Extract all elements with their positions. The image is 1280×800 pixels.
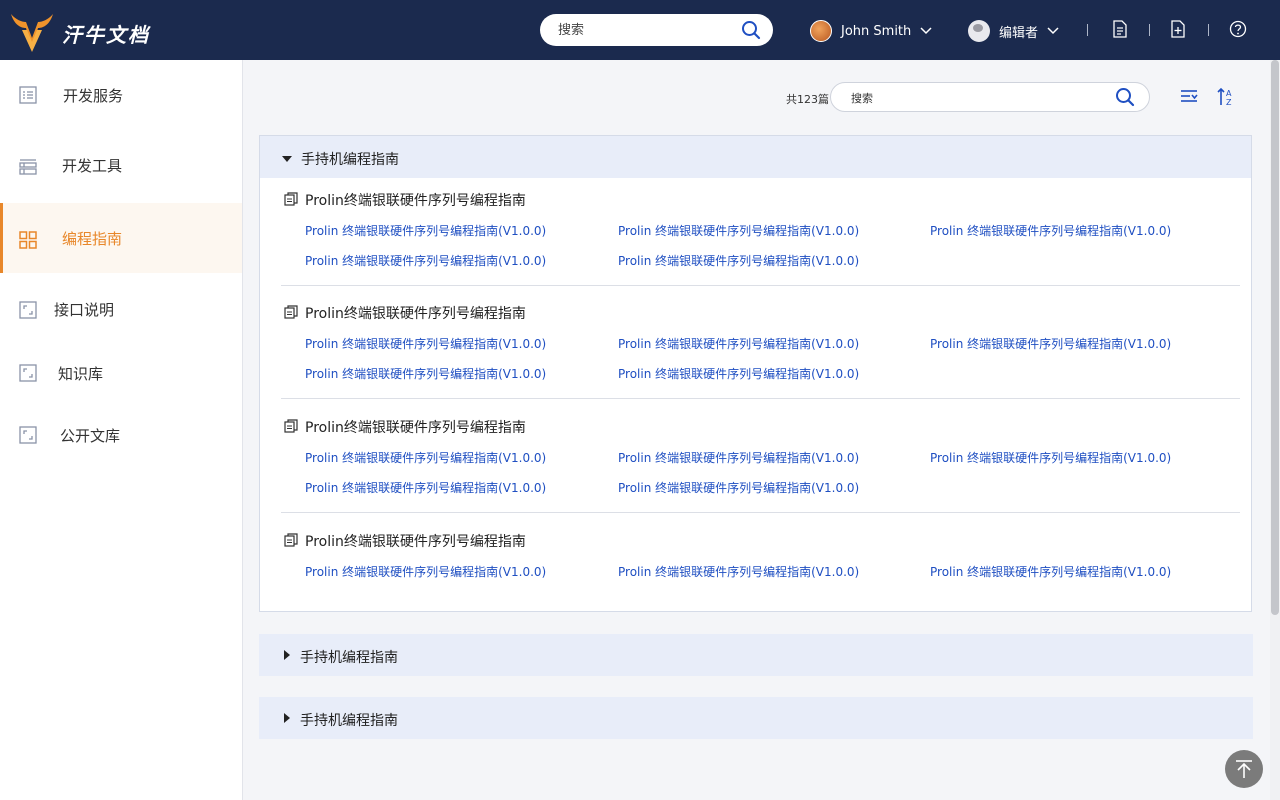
caret-right-icon [284, 713, 290, 723]
role-label: 编辑者 [999, 25, 1039, 41]
section-title: 手持机编程指南 [300, 713, 398, 729]
table-list-icon [19, 159, 37, 175]
filter-list-icon[interactable] [1179, 87, 1199, 107]
back-to-top-button[interactable] [1225, 750, 1263, 788]
doc-link[interactable]: Prolin 终端银联硬件序列号编程指南(V1.0.0) [618, 335, 859, 352]
doc-link[interactable]: Prolin 终端银联硬件序列号编程指南(V1.0.0) [930, 222, 1171, 239]
bull-logo-icon[interactable] [8, 10, 56, 54]
svg-text:Z: Z [1226, 98, 1232, 107]
scrollbar-thumb[interactable] [1271, 60, 1279, 615]
doc-link[interactable]: Prolin 终端银联硬件序列号编程指南(V1.0.0) [305, 365, 546, 382]
doc-link[interactable]: Prolin 终端银联硬件序列号编程指南(V1.0.0) [305, 563, 546, 580]
sidebar: 开发服务 开发工具 编程指南 接口说明 知识库 公开文库 [0, 60, 243, 800]
document-count: 共123篇 [786, 93, 829, 106]
document-icon[interactable] [1111, 20, 1129, 38]
doc-link[interactable]: Prolin 终端银联硬件序列号编程指南(V1.0.0) [618, 479, 859, 496]
sidebar-item-label: 编程指南 [62, 229, 123, 248]
sidebar-item-label: 开发工具 [62, 156, 123, 175]
doc-link[interactable]: Prolin 终端银联硬件序列号编程指南(V1.0.0) [618, 222, 859, 239]
document-stack-icon [284, 192, 298, 206]
frame-icon [19, 426, 37, 444]
user-menu[interactable]: John Smith [810, 19, 933, 43]
divider [281, 285, 1240, 286]
sidebar-item-dev-services[interactable]: 开发服务 [0, 60, 242, 130]
sidebar-item-api-docs[interactable]: 接口说明 [0, 274, 242, 344]
avatar [810, 20, 832, 42]
doc-group-title: Prolin终端银联硬件序列号编程指南 [305, 420, 526, 436]
doc-link[interactable]: Prolin 终端银联硬件序列号编程指南(V1.0.0) [930, 563, 1171, 580]
doc-link[interactable]: Prolin 终端银联硬件序列号编程指南(V1.0.0) [305, 479, 546, 496]
section-title: 手持机编程指南 [301, 152, 399, 168]
sidebar-item-label: 接口说明 [54, 300, 115, 319]
collapsed-section-header[interactable]: 手持机编程指南 [259, 697, 1253, 739]
chevron-down-icon [920, 27, 932, 35]
sort-az-icon[interactable]: A Z [1216, 87, 1236, 107]
header-search-input[interactable] [558, 20, 728, 40]
arrow-up-to-top-icon [1236, 760, 1252, 778]
sidebar-item-public-library[interactable]: 公开文库 [0, 400, 242, 470]
doc-link[interactable]: Prolin 终端银联硬件序列号编程指南(V1.0.0) [930, 449, 1171, 466]
doc-link[interactable]: Prolin 终端银联硬件序列号编程指南(V1.0.0) [305, 252, 546, 269]
doc-group-title: Prolin终端银联硬件序列号编程指南 [305, 534, 526, 550]
top-navigation-bar: 汗牛文档 John Smith 编辑者 [0, 0, 1280, 60]
doc-link[interactable]: Prolin 终端银联硬件序列号编程指南(V1.0.0) [618, 563, 859, 580]
sidebar-item-knowledge-base[interactable]: 知识库 [0, 338, 242, 408]
caret-right-icon [284, 650, 290, 660]
sidebar-item-label: 开发服务 [63, 86, 124, 105]
help-icon[interactable] [1229, 20, 1247, 38]
search-icon[interactable] [741, 20, 761, 40]
search-icon[interactable] [1115, 87, 1135, 107]
divider [1149, 24, 1150, 36]
divider [1208, 24, 1209, 36]
sidebar-item-label: 公开文库 [60, 426, 121, 445]
doc-link[interactable]: Prolin 终端银联硬件序列号编程指南(V1.0.0) [618, 365, 859, 382]
sidebar-item-label: 知识库 [58, 364, 104, 383]
document-stack-icon [284, 305, 298, 319]
collapsed-section-header[interactable]: 手持机编程指南 [259, 634, 1253, 676]
svg-text:A: A [1226, 89, 1232, 98]
section-title: 手持机编程指南 [300, 650, 398, 666]
role-menu[interactable]: 编辑者 [968, 19, 1060, 43]
document-stack-icon [284, 533, 298, 547]
divider [281, 398, 1240, 399]
user-name: John Smith [841, 23, 912, 39]
divider [1087, 24, 1088, 36]
caret-down-icon [282, 156, 292, 162]
content-search-box[interactable] [830, 82, 1150, 112]
role-avatar [968, 20, 990, 42]
content-search-input[interactable] [851, 89, 1111, 107]
doc-link[interactable]: Prolin 终端银联硬件序列号编程指南(V1.0.0) [305, 449, 546, 466]
sidebar-item-dev-tools[interactable]: 开发工具 [0, 130, 242, 200]
divider [281, 512, 1240, 513]
chevron-down-icon [1047, 27, 1059, 35]
doc-link[interactable]: Prolin 终端银联硬件序列号编程指南(V1.0.0) [618, 449, 859, 466]
brand-name: 汗牛文档 [62, 23, 150, 47]
add-document-icon[interactable] [1169, 20, 1187, 38]
grid-icon [19, 231, 37, 249]
doc-group-title: Prolin终端银联硬件序列号编程指南 [305, 306, 526, 322]
header-search-box[interactable] [540, 14, 773, 46]
expanded-section-panel: 手持机编程指南 Prolin终端银联硬件序列号编程指南 Prolin 终端银联硬… [259, 135, 1252, 612]
document-stack-icon [284, 419, 298, 433]
frame-icon [19, 301, 37, 319]
doc-link[interactable]: Prolin 终端银联硬件序列号编程指南(V1.0.0) [305, 335, 546, 352]
doc-link[interactable]: Prolin 终端银联硬件序列号编程指南(V1.0.0) [930, 335, 1171, 352]
sidebar-item-programming-guide[interactable]: 编程指南 [0, 203, 242, 273]
doc-group-title: Prolin终端银联硬件序列号编程指南 [305, 193, 526, 209]
section-header[interactable]: 手持机编程指南 [260, 136, 1251, 178]
frame-icon [19, 364, 37, 382]
list-icon [19, 86, 37, 104]
doc-link[interactable]: Prolin 终端银联硬件序列号编程指南(V1.0.0) [305, 222, 546, 239]
doc-link[interactable]: Prolin 终端银联硬件序列号编程指南(V1.0.0) [618, 252, 859, 269]
